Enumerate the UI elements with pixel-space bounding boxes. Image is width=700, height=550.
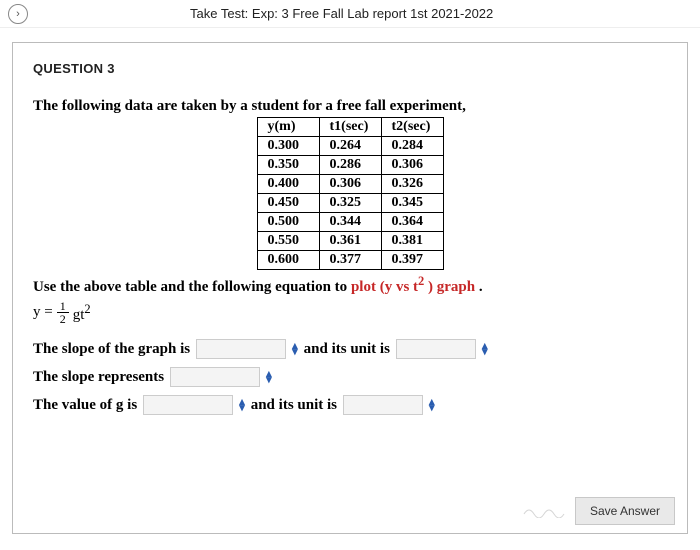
signature-icon — [523, 504, 567, 518]
col-header: t1(sec) — [319, 118, 381, 137]
table-cell: 0.286 — [319, 156, 381, 175]
instruction-red-b: ) graph — [424, 279, 475, 295]
table-cell: 0.361 — [319, 232, 381, 251]
table-row: 0.5500.3610.381 — [257, 232, 443, 251]
slope-unit-input[interactable] — [396, 339, 476, 359]
formula-fraction: 1 2 — [57, 300, 69, 325]
card-footer: Save Answer — [523, 497, 675, 525]
slope-unit-label: and its unit is — [304, 341, 390, 358]
table-cell: 0.306 — [319, 175, 381, 194]
answer-line-g: The value of g is ▴▾ and its unit is ▴▾ — [33, 395, 667, 415]
table-cell: 0.284 — [381, 137, 443, 156]
table-row: 0.4000.3060.326 — [257, 175, 443, 194]
table-row: 0.6000.3770.397 — [257, 251, 443, 270]
table-cell: 0.364 — [381, 213, 443, 232]
instruction-red-a: plot (y vs t — [351, 279, 418, 295]
save-answer-button[interactable]: Save Answer — [575, 497, 675, 525]
table-cell: 0.377 — [319, 251, 381, 270]
question-heading: QUESTION 3 — [33, 61, 667, 76]
formula-lhs: y = — [33, 304, 53, 321]
table-body: 0.3000.2640.2840.3500.2860.3060.4000.306… — [257, 137, 443, 270]
formula-rhs-text: gt — [73, 307, 85, 323]
table-cell: 0.345 — [381, 194, 443, 213]
table-cell: 0.397 — [381, 251, 443, 270]
page-title: Take Test: Exp: 3 Free Fall Lab report 1… — [190, 6, 493, 21]
question-card: QUESTION 3 The following data are taken … — [12, 42, 688, 534]
table-header-row: y(m) t1(sec) t2(sec) — [257, 118, 443, 137]
slope-label: The slope of the graph is — [33, 341, 190, 358]
instruction-text: Use the above table and the following eq… — [33, 274, 667, 296]
table-cell: 0.400 — [257, 175, 319, 194]
table-cell: 0.264 — [319, 137, 381, 156]
col-header: y(m) — [257, 118, 319, 137]
data-table: y(m) t1(sec) t2(sec) 0.3000.2640.2840.35… — [257, 117, 444, 270]
table-cell: 0.306 — [381, 156, 443, 175]
table-cell: 0.325 — [319, 194, 381, 213]
question-intro: The following data are taken by a studen… — [33, 98, 667, 115]
represents-input[interactable] — [170, 367, 260, 387]
table-cell: 0.381 — [381, 232, 443, 251]
topbar: › Take Test: Exp: 3 Free Fall Lab report… — [0, 0, 700, 28]
table-cell: 0.550 — [257, 232, 319, 251]
formula-sup: 2 — [84, 302, 90, 316]
chevron-right-icon: › — [16, 8, 20, 20]
instruction-period: . — [475, 279, 483, 295]
table-cell: 0.600 — [257, 251, 319, 270]
formula-rhs: gt2 — [73, 302, 91, 324]
g-value-input[interactable] — [143, 395, 233, 415]
table-cell: 0.344 — [319, 213, 381, 232]
col-header: t2(sec) — [381, 118, 443, 137]
table-cell: 0.450 — [257, 194, 319, 213]
answer-line-slope: The slope of the graph is ▴▾ and its uni… — [33, 339, 667, 359]
table-row: 0.5000.3440.364 — [257, 213, 443, 232]
answer-line-represents: The slope represents ▴▾ — [33, 367, 667, 387]
g-label: The value of g is — [33, 397, 137, 414]
instruction-prefix: Use the above table and the following eq… — [33, 279, 351, 295]
stepper-icon[interactable]: ▴▾ — [266, 371, 272, 383]
stepper-icon[interactable]: ▴▾ — [292, 343, 298, 355]
instruction-highlight: plot (y vs t2 ) graph — [351, 279, 475, 295]
slope-input[interactable] — [196, 339, 286, 359]
stepper-icon[interactable]: ▴▾ — [482, 343, 488, 355]
formula-denominator: 2 — [57, 313, 69, 325]
stepper-icon[interactable]: ▴▾ — [429, 399, 435, 411]
g-unit-label: and its unit is — [251, 397, 337, 414]
table-row: 0.3500.2860.306 — [257, 156, 443, 175]
stepper-icon[interactable]: ▴▾ — [239, 399, 245, 411]
table-cell: 0.350 — [257, 156, 319, 175]
table-row: 0.4500.3250.345 — [257, 194, 443, 213]
represents-label: The slope represents — [33, 369, 164, 386]
table-cell: 0.326 — [381, 175, 443, 194]
g-unit-input[interactable] — [343, 395, 423, 415]
table-cell: 0.500 — [257, 213, 319, 232]
table-row: 0.3000.2640.284 — [257, 137, 443, 156]
table-cell: 0.300 — [257, 137, 319, 156]
formula: y = 1 2 gt2 — [33, 300, 667, 325]
back-button[interactable]: › — [8, 4, 28, 24]
